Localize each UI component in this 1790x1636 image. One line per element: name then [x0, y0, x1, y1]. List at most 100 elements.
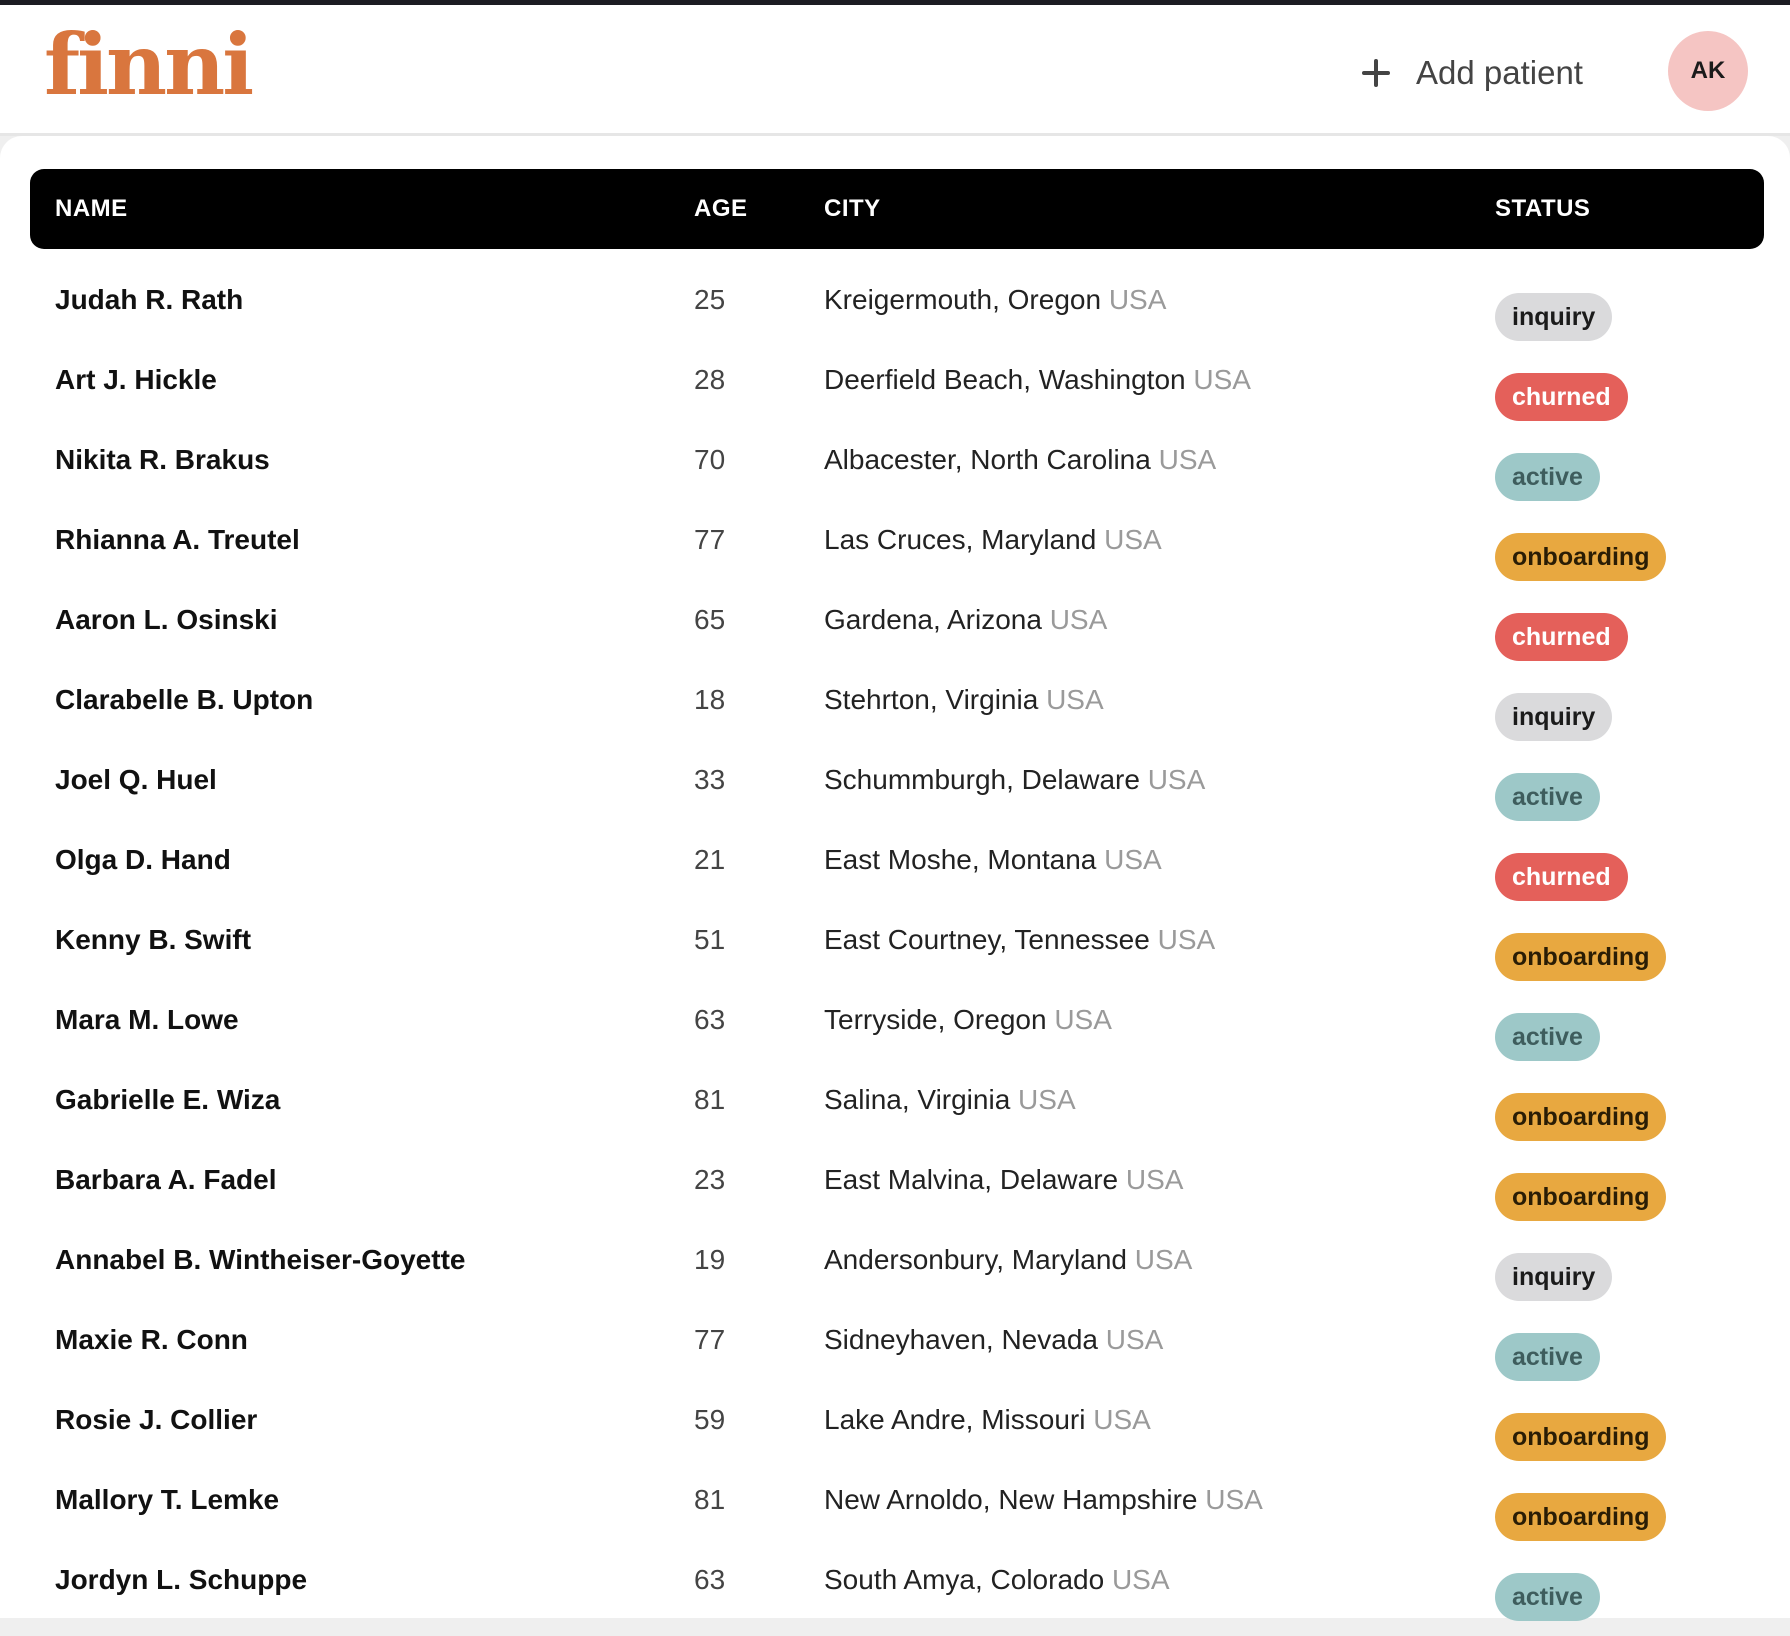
patient-country: USA [1158, 444, 1217, 475]
add-patient-button[interactable]: Add patient [1362, 43, 1583, 103]
table-row[interactable]: Aaron L. Osinski 65 Gardena, Arizona USA ch… [0, 580, 1790, 661]
status-badge[interactable]: active [1495, 1333, 1600, 1381]
patient-location: New Arnoldo, New Hampshire USA [824, 1460, 1263, 1540]
patient-age: 21 [694, 844, 726, 875]
patient-city: Albacester, North Carolina [824, 444, 1151, 475]
patient-location: Gardena, Arizona USA [824, 580, 1107, 660]
patient-name[interactable]: Clarabelle B. Upton [55, 660, 313, 740]
table-row[interactable]: Jordyn L. Schuppe 63 South Amya, Colorado … [0, 1540, 1790, 1621]
patient-name[interactable]: Kenny B. Swift [55, 900, 251, 980]
status-badge[interactable]: active [1495, 773, 1600, 821]
patient-country: USA [1093, 1404, 1151, 1435]
patient-country: USA [1108, 284, 1167, 315]
table-row[interactable]: Olga D. Hand 21 East Moshe, Montana USA chu… [0, 820, 1790, 901]
patient-age: 77 [694, 524, 726, 555]
patient-age: 18 [694, 684, 726, 715]
table-row[interactable]: Art J. Hickle 28 Deerfield Beach, Washingt… [0, 340, 1790, 421]
patient-country: USA [1111, 1564, 1170, 1595]
patient-name[interactable]: Aaron L. Osinski [55, 580, 278, 660]
patient-location: Terryside, Oregon USA [824, 980, 1112, 1060]
patient-name[interactable]: Jordyn L. Schuppe [55, 1540, 307, 1620]
status-badge[interactable]: active [1495, 1573, 1600, 1621]
patient-name[interactable]: Rosie J. Collier [55, 1380, 257, 1460]
patient-country: USA [1046, 684, 1104, 715]
table-row[interactable]: Maxie R. Conn 77 Sidneyhaven, Nevada USA ac… [0, 1300, 1790, 1381]
column-header-status[interactable]: STATUS [1495, 169, 1590, 249]
add-patient-label: Add patient [1416, 54, 1583, 91]
status-badge[interactable]: onboarding [1495, 1093, 1667, 1141]
patient-country: USA [1049, 604, 1108, 635]
patient-location: Sidneyhaven, Nevada USA [824, 1300, 1163, 1380]
table-row[interactable]: Nikita R. Brakus 70 Albacester, North Caro… [0, 420, 1790, 501]
status-badge[interactable]: inquiry [1495, 293, 1613, 341]
table-row[interactable]: Rhianna A. Treutel 77 Las Cruces, Maryland… [0, 500, 1790, 581]
status-badge[interactable]: onboarding [1495, 1493, 1667, 1541]
patient-age: 23 [694, 1164, 726, 1195]
patient-name[interactable]: Annabel B. Wintheiser-Goyette [55, 1220, 465, 1300]
patient-name[interactable]: Art J. Hickle [55, 340, 217, 420]
status-badge[interactable]: churned [1495, 853, 1628, 901]
patient-country: USA [1125, 1164, 1184, 1195]
patient-location: East Courtney, Tennessee USA [824, 900, 1215, 980]
table-row[interactable]: Joel Q. Huel 33 Schummburgh, Delaware USA a… [0, 740, 1790, 821]
patient-country: USA [1105, 1324, 1164, 1355]
patient-country: USA [1054, 1004, 1112, 1035]
status-cell: active [1495, 1556, 1600, 1636]
table-row[interactable]: Mara M. Lowe 63 Terryside, Oregon USA activ… [0, 980, 1790, 1061]
status-badge[interactable]: onboarding [1495, 1413, 1667, 1461]
patient-country: USA [1193, 364, 1251, 395]
patient-city: East Malvina, Delaware [824, 1164, 1119, 1195]
plus-icon [1362, 59, 1390, 87]
table-row[interactable]: Barbara A. Fadel 23 East Malvina, Delaware… [0, 1140, 1790, 1221]
table-row[interactable]: Annabel B. Wintheiser-Goyette 19 Andersonb… [0, 1220, 1790, 1301]
status-badge[interactable]: churned [1495, 373, 1628, 421]
table-row[interactable]: Gabrielle E. Wiza 81 Salina, Virginia USA o… [0, 1060, 1790, 1141]
patient-city: East Moshe, Montana [824, 844, 1097, 875]
status-badge[interactable]: inquiry [1495, 1253, 1613, 1301]
table-row[interactable]: Clarabelle B. Upton 18 Stehrton, Virginia … [0, 660, 1790, 741]
patient-name[interactable]: Gabrielle E. Wiza [55, 1060, 280, 1140]
column-header-age[interactable]: AGE [694, 169, 748, 249]
patient-location: Kreigermouth, Oregon USA [824, 260, 1166, 340]
patient-name[interactable]: Maxie R. Conn [55, 1300, 248, 1380]
patient-name[interactable]: Nikita R. Brakus [55, 420, 270, 500]
patient-city: Stehrton, Virginia [824, 684, 1039, 715]
column-header-city[interactable]: CITY [824, 169, 881, 249]
patient-country: USA [1205, 1484, 1263, 1515]
patient-name[interactable]: Rhianna A. Treutel [55, 500, 300, 580]
patient-city: Schummburgh, Delaware [824, 764, 1140, 795]
patient-country: USA [1134, 1244, 1193, 1275]
patient-name[interactable]: Olga D. Hand [55, 820, 231, 900]
finni-logo[interactable]: finni [44, 15, 254, 115]
patient-city: Lake Andre, Missouri [824, 1404, 1086, 1435]
patient-location: Andersonbury, Maryland USA [824, 1220, 1192, 1300]
patient-city: Terryside, Oregon [824, 1004, 1047, 1035]
patient-location: Las Cruces, Maryland USA [824, 500, 1162, 580]
table-row[interactable]: Kenny B. Swift 51 East Courtney, Tennessee… [0, 900, 1790, 981]
patients-card: NAME AGE CITY STATUS Judah R. Rath 25 Krei… [0, 136, 1790, 1621]
patient-country: USA [1104, 524, 1162, 555]
table-row[interactable]: Rosie J. Collier 59 Lake Andre, Missouri U… [0, 1380, 1790, 1461]
user-avatar[interactable]: AK [1668, 31, 1748, 111]
patient-name[interactable]: Mallory T. Lemke [55, 1460, 279, 1540]
status-badge[interactable]: inquiry [1495, 693, 1613, 741]
patient-name[interactable]: Barbara A. Fadel [55, 1140, 276, 1220]
status-badge[interactable]: onboarding [1495, 533, 1667, 581]
patient-name[interactable]: Judah R. Rath [55, 260, 243, 340]
patient-age: 81 [694, 1084, 726, 1115]
status-badge[interactable]: churned [1495, 613, 1628, 661]
status-badge[interactable]: active [1495, 1013, 1600, 1061]
patient-name[interactable]: Mara M. Lowe [55, 980, 239, 1060]
patient-city: East Courtney, Tennessee [824, 924, 1150, 955]
patient-name[interactable]: Joel Q. Huel [55, 740, 217, 820]
patient-location: Stehrton, Virginia USA [824, 660, 1104, 740]
patient-age: 51 [694, 924, 726, 955]
status-badge[interactable]: onboarding [1495, 933, 1667, 981]
table-row[interactable]: Judah R. Rath 25 Kreigermouth, Oregon USA i… [0, 260, 1790, 341]
table-row[interactable]: Mallory T. Lemke 81 New Arnoldo, New Hamps… [0, 1460, 1790, 1541]
patient-city: Andersonbury, Maryland [824, 1244, 1127, 1275]
table-header: NAME AGE CITY STATUS [30, 169, 1764, 249]
column-header-name[interactable]: NAME [55, 169, 128, 249]
status-badge[interactable]: onboarding [1495, 1173, 1667, 1221]
status-badge[interactable]: active [1495, 453, 1600, 501]
